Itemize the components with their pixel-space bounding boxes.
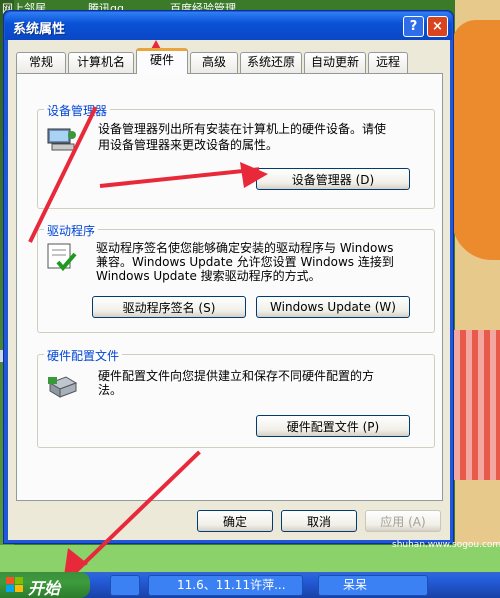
- windows-update-button[interactable]: Windows Update (W): [256, 296, 410, 318]
- hardware-profile-icon: [48, 376, 78, 398]
- apply-button[interactable]: 应用 (A): [365, 510, 441, 532]
- drivers-group-title: 驱动程序: [44, 222, 99, 239]
- ok-button[interactable]: 确定: [197, 510, 273, 532]
- annotation-arrowhead: [240, 162, 268, 188]
- taskbar-item-label: 呆呆: [343, 578, 368, 592]
- tab-auto-update[interactable]: 自动更新: [304, 52, 366, 73]
- driver-signing-icon: [47, 243, 77, 272]
- watermark: shuhan.www.sogou.com: [392, 540, 500, 550]
- hardware-profiles-group: 硬件配置文件 硬件配置文件向您提供建立和保存不同硬件配置的方 法。 硬件配置文件…: [37, 347, 435, 448]
- taskbar: 开始 11.6、11.11许萍... 呆呆: [0, 572, 500, 598]
- tab-general[interactable]: 常规: [16, 52, 66, 73]
- driver-signing-button[interactable]: 驱动程序签名 (S): [92, 296, 246, 318]
- dialog-client: 常规 计算机名 硬件 高级 系统还原 自动更新 远程 设备管理器 设备管理器列出…: [8, 40, 450, 540]
- cancel-button[interactable]: 取消: [281, 510, 357, 532]
- hardware-profiles-group-title: 硬件配置文件: [44, 347, 123, 364]
- help-button[interactable]: ?: [403, 16, 424, 37]
- drivers-desc-line-2: 兼容。Windows Update 允许您设置 Windows 连接到: [96, 255, 394, 269]
- device-manager-group-title: 设备管理器: [44, 102, 111, 119]
- tab-hardware[interactable]: 硬件: [136, 48, 188, 74]
- close-button[interactable]: ×: [427, 16, 448, 37]
- device-manager-button[interactable]: 设备管理器 (D): [256, 168, 410, 190]
- window-title: 系统属性: [13, 22, 66, 37]
- taskbar-item-label: 11.6、11.11许萍...: [177, 578, 286, 592]
- drivers-group: 驱动程序 驱动程序签名使您能够确定安装的驱动程序与 Windows 兼容。Win…: [37, 222, 435, 333]
- start-button[interactable]: 开始: [0, 572, 90, 598]
- device-manager-desc-line-1: 设备管理器列出所有安装在计算机上的硬件设备。请使: [98, 122, 387, 136]
- hardware-profiles-desc-line-1: 硬件配置文件向您提供建立和保存不同硬件配置的方: [98, 369, 375, 383]
- taskbar-item-excel[interactable]: 11.6、11.11许萍...: [148, 575, 303, 596]
- title-bar[interactable]: 系统属性 ? ×: [5, 12, 452, 40]
- drivers-desc-line-1: 驱动程序签名使您能够确定安装的驱动程序与 Windows: [96, 241, 394, 255]
- start-label: 开始: [28, 579, 61, 598]
- hardware-profiles-button[interactable]: 硬件配置文件 (P): [256, 415, 410, 437]
- tab-system-restore[interactable]: 系统还原: [240, 52, 302, 73]
- drivers-desc-line-3: Windows Update 搜索驱动程序的方式。: [96, 269, 321, 283]
- wallpaper-hair: [452, 20, 500, 260]
- tab-computer-name[interactable]: 计算机名: [68, 52, 134, 73]
- device-manager-desc-line-2: 用设备管理器来更改设备的属性。: [98, 138, 279, 152]
- windows-logo-icon: [6, 577, 23, 592]
- taskbar-item-qq[interactable]: 呆呆: [318, 575, 428, 596]
- device-manager-group: 设备管理器 设备管理器列出所有安装在计算机上的硬件设备。请使 用设备管理器来更改…: [37, 102, 435, 209]
- tab-advanced[interactable]: 高级: [190, 52, 238, 73]
- quicklaunch-icon[interactable]: [110, 575, 140, 596]
- wallpaper-skirt: [448, 330, 500, 480]
- system-properties-window: 系统属性 ? × 常规 计算机名 硬件 高级 系统还原 自动更新 远程 设备管理…: [3, 10, 454, 544]
- tab-remote[interactable]: 远程: [368, 52, 408, 73]
- hardware-profiles-desc-line-2: 法。: [98, 383, 123, 397]
